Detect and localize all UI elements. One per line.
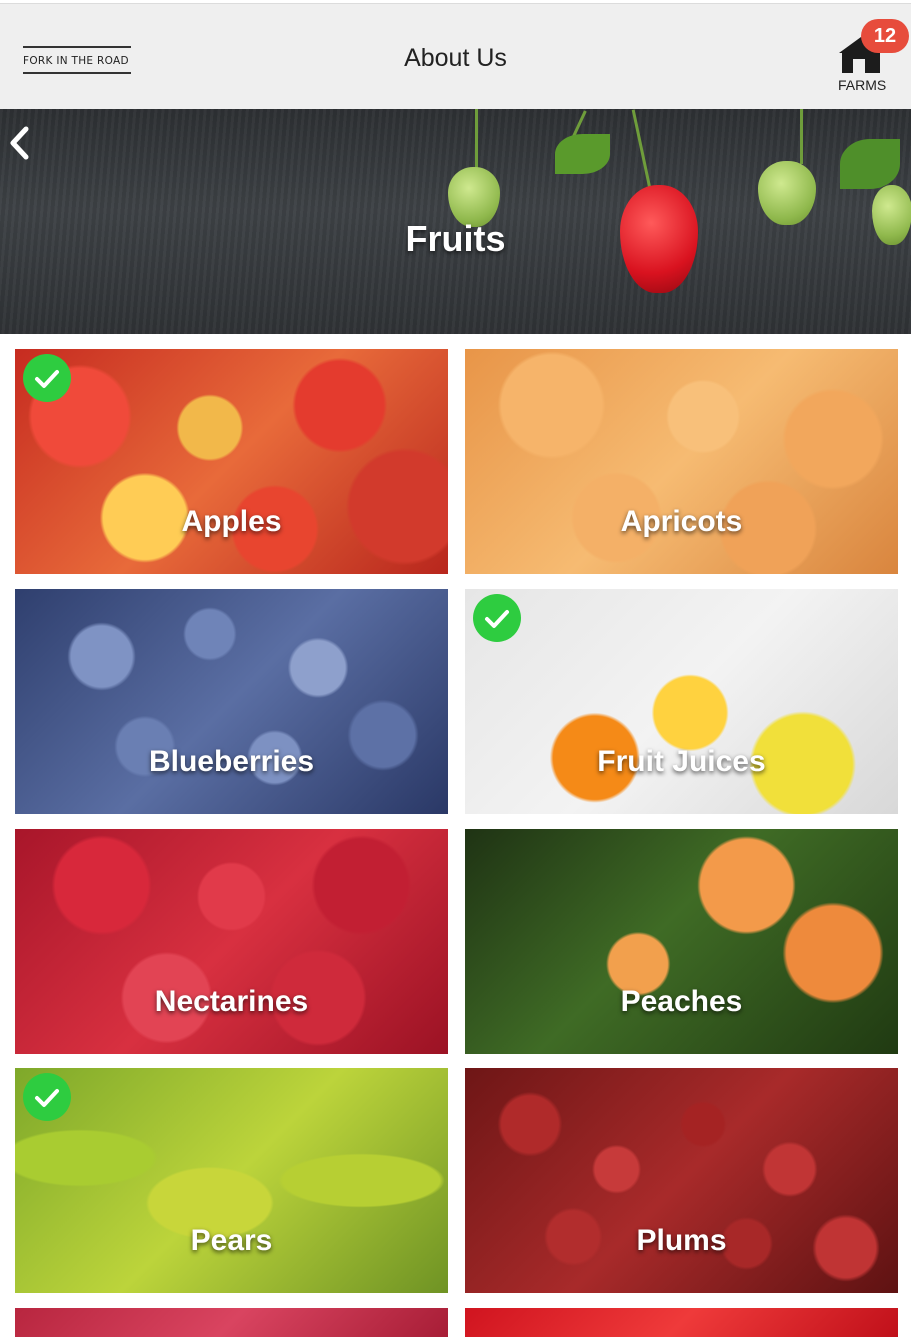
category-tile-apples[interactable]: Apples <box>15 349 448 574</box>
category-tile-apricots[interactable]: Apricots <box>465 349 898 574</box>
checkmark-icon <box>23 354 71 402</box>
category-tile-raspberries[interactable] <box>15 1308 448 1337</box>
category-tile-blueberries[interactable]: Blueberries <box>15 589 448 814</box>
top-bar: FORK IN THE ROAD About Us FARMS <box>0 3 911 110</box>
category-label: Peaches <box>620 985 743 1018</box>
category-label: Pears <box>190 1224 273 1257</box>
category-label: Nectarines <box>154 985 309 1018</box>
category-tile-plums[interactable]: Plums <box>465 1068 898 1293</box>
strawberry-green <box>758 161 816 225</box>
farms-label: FARMS <box>838 77 887 93</box>
farms-count-badge: 12 <box>861 19 909 53</box>
strawberry-stem <box>475 109 478 171</box>
strawberry-leaf <box>555 134 610 174</box>
category-tile-fruit-juices[interactable]: Fruit Juices <box>465 589 898 814</box>
page-title: About Us <box>404 44 507 72</box>
strawberry-leaf <box>840 139 900 189</box>
barn-icon-door <box>853 59 865 73</box>
category-tile-peaches[interactable]: Peaches <box>465 829 898 1054</box>
strawberry-stem <box>800 109 803 164</box>
back-chevron-left-icon[interactable] <box>8 126 32 160</box>
checkmark-icon <box>23 1073 71 1121</box>
category-label: Plums <box>636 1224 727 1257</box>
category-label: Blueberries <box>148 745 315 778</box>
checkmark-icon <box>473 594 521 642</box>
category-label: Apples <box>181 505 282 538</box>
category-tile-nectarines[interactable]: Nectarines <box>15 829 448 1054</box>
hero-title: Fruits <box>405 218 506 259</box>
category-label: Fruit Juices <box>597 745 766 778</box>
category-tile-pears[interactable]: Pears <box>15 1068 448 1293</box>
category-tile-strawberries[interactable] <box>465 1308 898 1337</box>
category-label: Apricots <box>620 505 743 538</box>
